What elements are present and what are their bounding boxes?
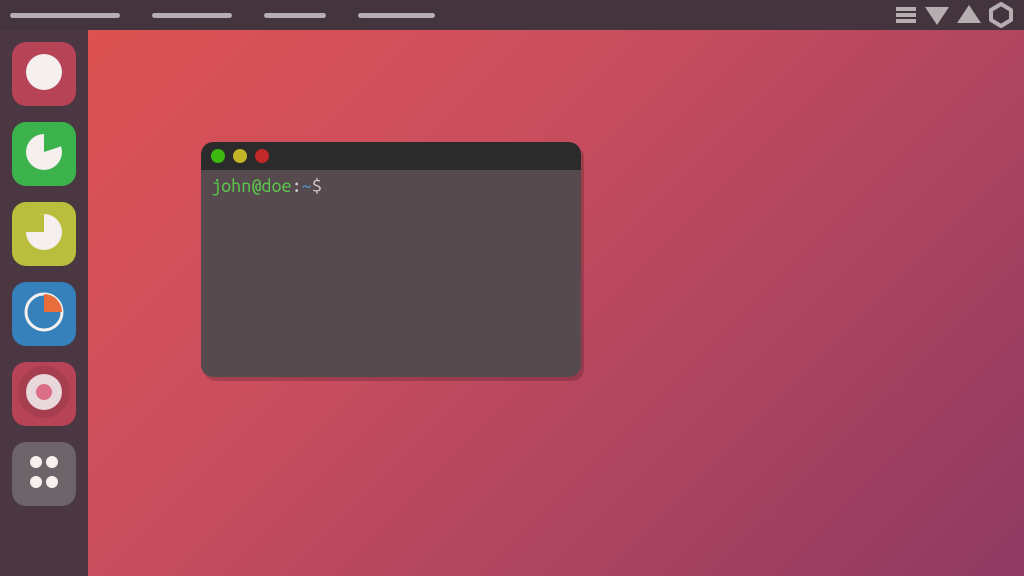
menu-item-2[interactable] — [152, 13, 232, 18]
desktop[interactable]: john@doe:~$ — [88, 30, 1024, 576]
launcher-files[interactable] — [12, 122, 76, 186]
window-minimize-icon[interactable] — [211, 149, 225, 163]
search-icon — [22, 50, 66, 98]
disk-icon — [16, 364, 72, 424]
prompt-symbol: $ — [312, 176, 322, 196]
menu-item-1[interactable] — [10, 13, 120, 18]
launcher-software[interactable] — [12, 202, 76, 266]
triangle-up-icon[interactable] — [956, 3, 982, 27]
window-titlebar[interactable] — [201, 142, 581, 170]
launcher — [0, 30, 88, 576]
settings-icon — [22, 290, 66, 338]
launcher-disk[interactable] — [12, 362, 76, 426]
terminal-window[interactable]: john@doe:~$ — [201, 142, 581, 377]
files-icon — [22, 130, 66, 178]
window-close-icon[interactable] — [255, 149, 269, 163]
apps-icon — [22, 450, 66, 498]
hexagon-icon[interactable] — [988, 2, 1014, 28]
menu-item-4[interactable] — [358, 13, 435, 18]
prompt-path: ~ — [302, 176, 312, 196]
software-icon — [22, 210, 66, 258]
launcher-apps[interactable] — [12, 442, 76, 506]
top-panel — [0, 0, 1024, 30]
menu-item-3[interactable] — [264, 13, 326, 18]
prompt-user: john@doe — [211, 176, 292, 196]
prompt-sep: : — [292, 176, 302, 196]
window-maximize-icon[interactable] — [233, 149, 247, 163]
terminal-body[interactable]: john@doe:~$ — [201, 170, 581, 377]
triangle-down-icon[interactable] — [924, 3, 950, 27]
list-icon[interactable] — [894, 3, 918, 27]
launcher-settings[interactable] — [12, 282, 76, 346]
launcher-search[interactable] — [12, 42, 76, 106]
